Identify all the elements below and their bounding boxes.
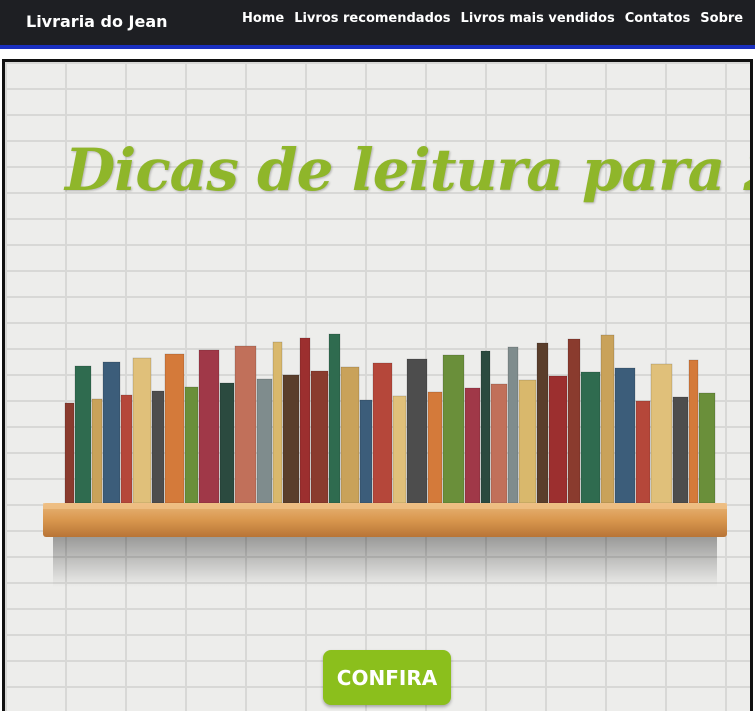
confira-button[interactable]: CONFIRA [323,650,451,705]
book-spine [698,392,716,504]
nav-home-link[interactable]: Home [242,11,284,26]
book-spine [427,391,443,504]
book-spine [688,359,699,504]
bookshelf-illustration [43,333,727,587]
book-spine [102,361,121,504]
book-spine [120,394,133,504]
book-spine [74,365,92,504]
book-spine [464,387,481,504]
book-spine [198,349,220,504]
book-spine [282,374,300,504]
book-spine [359,399,373,504]
book-spine [392,395,407,504]
shelf-shadow [53,537,717,587]
book-spine [151,390,165,504]
book-spine [256,378,273,504]
book-spine [340,366,360,504]
book-spine [536,342,549,504]
nav-bestsellers-link[interactable]: Livros mais vendidos [461,11,615,26]
book-spine [567,338,581,504]
book-spine [635,400,651,504]
book-spine [507,346,519,504]
book-spine [480,350,491,504]
book-spine [299,337,311,504]
nav-contacts-link[interactable]: Contatos [625,11,691,26]
nav-about-link[interactable]: Sobre [700,11,743,26]
book-spine [132,357,152,504]
book-spine [442,354,465,504]
book-spines [64,333,716,504]
site-brand[interactable]: Livraria do Jean [26,12,168,31]
book-spine [490,383,508,504]
book-spine [372,362,393,504]
book-spine [672,396,689,504]
book-spine [234,345,257,504]
book-spine [580,371,601,504]
book-spine [650,363,673,504]
book-spine [548,375,568,504]
accent-bar [0,45,755,49]
book-spine [328,333,341,504]
book-spine [310,370,329,504]
top-navigation-bar: Livraria do Jean Home Livros recomendado… [0,0,755,45]
book-spine [272,341,283,504]
book-spine [614,367,636,504]
book-spine [64,402,75,504]
book-spine [600,334,615,504]
book-spine [518,379,537,504]
book-spine [164,353,185,504]
book-spine [406,358,428,504]
nav-recommended-link[interactable]: Livros recomendados [294,11,450,26]
book-spine [184,386,199,504]
book-spine [219,382,235,504]
book-spine [91,398,103,504]
hero-banner: Dicas de leitura para 2019 CONFIRA [2,59,753,711]
shelf-highlight [43,503,727,509]
main-nav: Home Livros recomendados Livros mais ven… [242,11,743,26]
